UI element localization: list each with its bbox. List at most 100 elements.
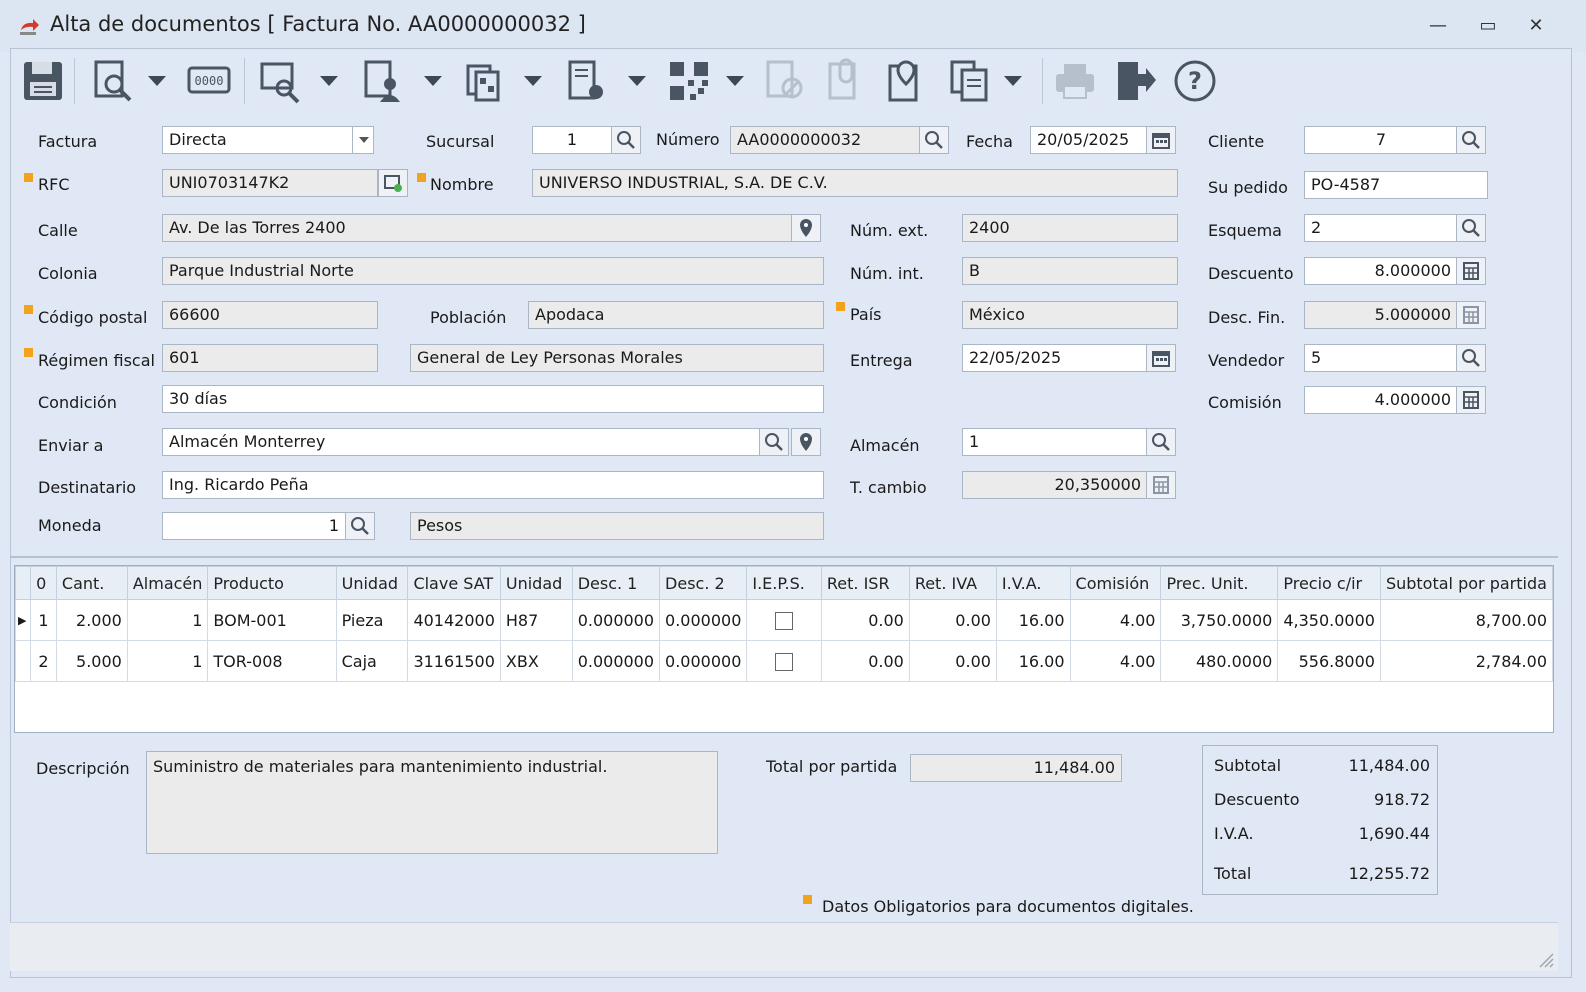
cliente-field[interactable]: 7 [1304, 126, 1458, 154]
descuento-field[interactable]: 8.000000 [1304, 257, 1458, 285]
table-row[interactable]: ▶ 1 2.000 1 BOM-001 Pieza 40142000 H87 0… [15, 599, 1553, 641]
table-cell[interactable]: 1 [126, 599, 209, 641]
column-header[interactable]: Subtotal por partida [1379, 566, 1553, 600]
destinatario-field[interactable]: Ing. Ricardo Peña [162, 471, 824, 499]
calculator-icon[interactable] [1456, 301, 1486, 329]
save-icon[interactable] [18, 56, 68, 106]
user-doc-icon[interactable] [358, 56, 408, 106]
table-cell[interactable]: 556.8000 [1277, 640, 1381, 682]
table-cell[interactable]: Caja [335, 640, 409, 682]
search-icon[interactable] [759, 428, 789, 456]
calculator-icon[interactable] [1456, 386, 1486, 414]
table-cell[interactable]: 1 [30, 599, 57, 641]
ieps-checkbox[interactable] [775, 611, 794, 630]
search-icon[interactable] [919, 126, 949, 154]
comision-field[interactable]: 4.000000 [1304, 386, 1458, 414]
map-pin-icon[interactable] [791, 214, 821, 242]
ieps-checkbox-cell[interactable] [746, 599, 822, 641]
items-grid[interactable]: 0 Cant. Almacén Producto Unidad Clave SA… [14, 565, 1554, 733]
condicion-field[interactable]: 30 días [162, 385, 824, 413]
calculator-icon[interactable] [1456, 257, 1486, 285]
table-cell[interactable]: 16.00 [995, 599, 1071, 641]
ieps-checkbox[interactable] [775, 652, 794, 671]
table-cell[interactable]: 0.000000 [571, 599, 661, 641]
search-doc-icon[interactable] [256, 56, 306, 106]
exit-icon[interactable] [1110, 56, 1160, 106]
numero-field[interactable]: AA0000000032 [730, 126, 920, 154]
counter-icon[interactable]: 0000 [184, 56, 234, 106]
table-cell[interactable]: 0.00 [908, 599, 997, 641]
qr-icon[interactable] [664, 56, 714, 106]
id-card-icon[interactable] [378, 169, 408, 197]
factura-select[interactable]: Directa [162, 126, 374, 154]
table-cell[interactable]: 0.000000 [659, 599, 748, 641]
close-button[interactable]: ✕ [1522, 14, 1550, 38]
table-cell[interactable]: 31161500 [407, 640, 501, 682]
nombre-field[interactable]: UNIVERSO INDUSTRIAL, S.A. DE C.V. [532, 169, 1178, 197]
table-cell[interactable]: 2,784.00 [1379, 640, 1553, 682]
restore-button[interactable]: ▭ [1474, 14, 1502, 38]
location-doc-icon[interactable] [880, 56, 930, 106]
column-header[interactable]: Ret. IVA [908, 566, 997, 600]
table-cell[interactable]: 8,700.00 [1379, 599, 1553, 641]
table-cell[interactable]: 5.000 [55, 640, 128, 682]
help-icon[interactable]: ? [1170, 56, 1220, 106]
column-header[interactable]: Unidad [499, 566, 573, 600]
colonia-field[interactable]: Parque Industrial Norte [162, 257, 824, 285]
preview-icon[interactable] [88, 56, 138, 106]
column-header[interactable]: Prec. Unit. [1160, 566, 1279, 600]
table-cell[interactable]: 16.00 [995, 640, 1071, 682]
table-cell[interactable]: 480.0000 [1160, 640, 1279, 682]
search-icon[interactable] [1456, 344, 1486, 372]
table-cell[interactable]: 4.00 [1069, 599, 1162, 641]
table-cell[interactable]: Pieza [335, 599, 409, 641]
stack-dropdown-icon[interactable] [522, 70, 544, 92]
pais-field[interactable]: México [962, 301, 1178, 329]
row-selector[interactable] [15, 640, 32, 682]
qr-dropdown-icon[interactable] [724, 70, 746, 92]
table-cell[interactable]: 1 [126, 640, 209, 682]
search-icon[interactable] [1456, 126, 1486, 154]
user-doc-dropdown-icon[interactable] [422, 70, 444, 92]
search-icon[interactable] [611, 126, 641, 154]
column-header[interactable]: Unidad [335, 566, 409, 600]
table-cell[interactable]: 40142000 [407, 599, 501, 641]
table-cell[interactable]: 4.00 [1069, 640, 1162, 682]
su-pedido-field[interactable]: PO-4587 [1304, 171, 1488, 199]
calle-field[interactable]: Av. De las Torres 2400 [162, 214, 792, 242]
esquema-field[interactable]: 2 [1304, 214, 1458, 242]
stack-icon[interactable] [460, 56, 510, 106]
search-icon[interactable] [345, 512, 375, 540]
map-pin-icon[interactable] [791, 428, 821, 456]
column-header[interactable]: 0 [30, 566, 57, 600]
column-header[interactable]: I.E.P.S. [746, 566, 822, 600]
calculator-icon[interactable] [1146, 471, 1176, 499]
search-icon[interactable] [1456, 214, 1486, 242]
vendedor-field[interactable]: 5 [1304, 344, 1458, 372]
column-header[interactable]: Clave SAT [407, 566, 501, 600]
table-cell[interactable]: 4,350.0000 [1277, 599, 1381, 641]
table-cell[interactable]: TOR-008 [207, 640, 337, 682]
num-ext-field[interactable]: 2400 [962, 214, 1178, 242]
column-header[interactable]: Producto [207, 566, 337, 600]
regimen-fiscal-field[interactable]: 601 [162, 344, 378, 372]
table-cell[interactable]: 0.00 [908, 640, 997, 682]
copy-doc-icon[interactable] [944, 56, 994, 106]
enviar-a-field[interactable]: Almacén Monterrey [162, 428, 760, 456]
table-cell[interactable]: 2 [30, 640, 57, 682]
t-cambio-field[interactable]: 20,350000 [962, 471, 1148, 499]
almacen-field[interactable]: 1 [962, 428, 1148, 456]
moneda-field[interactable]: 1 [162, 512, 346, 540]
search-icon[interactable] [1146, 428, 1176, 456]
search-doc-dropdown-icon[interactable] [318, 70, 340, 92]
table-cell[interactable]: XBX [499, 640, 573, 682]
minimize-button[interactable]: — [1424, 14, 1452, 38]
table-cell[interactable]: 3,750.0000 [1160, 599, 1279, 641]
poblacion-field[interactable]: Apodaca [528, 301, 824, 329]
table-cell[interactable]: 0.000000 [659, 640, 748, 682]
fecha-field[interactable]: 20/05/2025 [1030, 126, 1148, 154]
doc-settings-dropdown-icon[interactable] [626, 70, 648, 92]
rfc-field[interactable]: UNI0703147K2 [162, 169, 378, 197]
table-cell[interactable]: 0.000000 [571, 640, 661, 682]
column-header[interactable]: Desc. 1 [571, 566, 661, 600]
